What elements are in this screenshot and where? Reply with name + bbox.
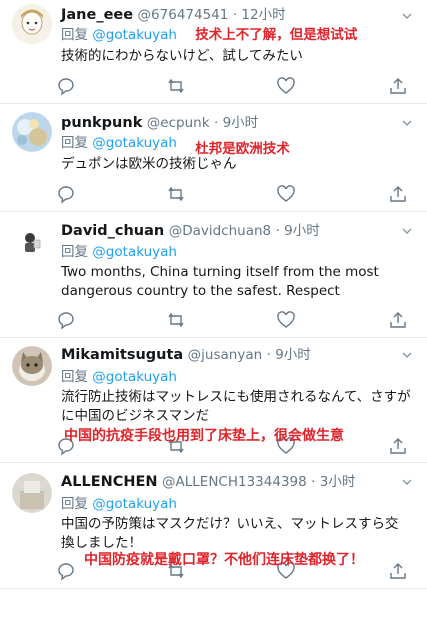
tweet-1[interactable]: Jane_eee @676474541 · 12小时 回复 @gotakuyah…	[0, 0, 427, 103]
chevron-down-icon[interactable]	[401, 349, 413, 361]
reply-mention-link[interactable]: @gotakuyah	[92, 496, 177, 512]
display-name[interactable]: punkpunk	[61, 115, 142, 131]
tweet-header: David_chuan @Davidchuan8 · 9小时	[61, 222, 320, 240]
chevron-down-icon[interactable]	[401, 225, 413, 237]
replying-to: 回复 @gotakuyah 杜邦是欧洲技术	[61, 134, 290, 157]
reply-mention-link[interactable]: @gotakuyah	[92, 135, 177, 151]
annotation-overlay: 中国的抗疫手段也用到了床垫上，很会做生意	[64, 428, 344, 444]
reply-prefix: 回复	[61, 369, 88, 385]
avatar[interactable]	[12, 346, 52, 386]
reply-prefix: 回复	[61, 135, 88, 151]
user-handle[interactable]: @676474541	[138, 7, 229, 23]
tweet-header: Mikamitsuguta @jusanyan · 9小时	[61, 346, 311, 364]
replying-to: 回复 @gotakuyah	[61, 243, 177, 261]
timestamp[interactable]: · 9小时	[214, 115, 258, 131]
user-handle[interactable]: @ALLENCH13344398	[162, 474, 307, 490]
share-icon[interactable]	[388, 436, 408, 456]
heart-icon[interactable]	[276, 184, 296, 204]
timestamp[interactable]: · 3小时	[311, 474, 355, 490]
tweet-actions	[56, 310, 416, 330]
reply-prefix: 回复	[61, 496, 88, 512]
tweet-text: 流行防止技術はマットレスにも使用されるなんて、さすがに中国のビジネスマンだ	[61, 389, 411, 424]
reply-prefix: 回复	[61, 244, 88, 260]
display-name[interactable]: Jane_eee	[61, 7, 133, 23]
reply-icon[interactable]	[56, 184, 76, 204]
reply-mention-link[interactable]: @gotakuyah	[92, 244, 177, 260]
tweet-text: 中国の予防策はマスクだけ？いいえ、マットレスすら交換しました！	[61, 516, 399, 551]
display-name[interactable]: Mikamitsuguta	[61, 347, 183, 363]
tweet-5[interactable]: ALLENCHEN @ALLENCH13344398 · 3小时 回复 @got…	[0, 463, 427, 588]
replying-to: 回复 @gotakuyah	[61, 495, 177, 513]
avatar[interactable]	[12, 222, 52, 262]
heart-icon[interactable]	[276, 76, 296, 96]
chevron-down-icon[interactable]	[401, 10, 413, 22]
annotation-overlay: 中国防疫就是戴口罩？不他们连床垫都换了！	[84, 552, 364, 568]
avatar[interactable]	[12, 4, 52, 44]
share-icon[interactable]	[388, 310, 408, 330]
retweet-icon[interactable]	[166, 184, 186, 204]
retweet-icon[interactable]	[166, 76, 186, 96]
share-icon[interactable]	[388, 184, 408, 204]
avatar[interactable]	[12, 473, 52, 513]
share-icon[interactable]	[388, 561, 408, 581]
annotation-text: 技术上不了解，但是想试试	[195, 27, 358, 43]
replying-to: 回复 @gotakuyah 技术上不了解，但是想试试	[61, 26, 357, 44]
reply-prefix: 回复	[61, 27, 88, 43]
avatar[interactable]	[12, 112, 52, 152]
tweet-2[interactable]: punkpunk @ecpunk · 9小时 回复 @gotakuyah 杜邦是…	[0, 104, 427, 207]
reply-icon[interactable]	[56, 561, 76, 581]
divider	[0, 588, 427, 589]
tweet-actions	[56, 76, 416, 96]
heart-icon[interactable]	[276, 310, 296, 330]
display-name[interactable]: David_chuan	[61, 223, 164, 239]
timestamp[interactable]: · 9小时	[276, 223, 320, 239]
timestamp[interactable]: · 9小时	[267, 347, 311, 363]
tweet-actions	[56, 184, 416, 204]
user-handle[interactable]: @Davidchuan8	[169, 223, 271, 239]
retweet-icon[interactable]	[166, 310, 186, 330]
tweet-header: ALLENCHEN @ALLENCH13344398 · 3小时	[61, 473, 355, 491]
tweet-text: 技術的にわからないけど、試してみたい	[61, 48, 303, 64]
tweet-header: Jane_eee @676474541 · 12小时	[61, 6, 286, 24]
chevron-down-icon[interactable]	[401, 476, 413, 488]
reply-mention-link[interactable]: @gotakuyah	[92, 369, 177, 385]
tweet-text: デュポンは欧米の技術じゃん	[61, 156, 237, 172]
chevron-down-icon[interactable]	[401, 117, 413, 129]
tweet-3[interactable]: David_chuan @Davidchuan8 · 9小时 回复 @gotak…	[0, 212, 427, 340]
user-handle[interactable]: @jusanyan	[188, 347, 263, 363]
user-handle[interactable]: @ecpunk	[147, 115, 210, 131]
replying-to: 回复 @gotakuyah	[61, 368, 177, 386]
tweet-4[interactable]: Mikamitsuguta @jusanyan · 9小时 回复 @gotaku…	[0, 338, 427, 462]
tweet-header: punkpunk @ecpunk · 9小时	[61, 114, 258, 132]
tweet-text: Two months, China turning itself from th…	[61, 264, 379, 299]
timestamp[interactable]: · 12小时	[233, 7, 286, 23]
reply-mention-link[interactable]: @gotakuyah	[92, 27, 177, 43]
share-icon[interactable]	[388, 76, 408, 96]
display-name[interactable]: ALLENCHEN	[61, 474, 158, 490]
reply-icon[interactable]	[56, 76, 76, 96]
reply-icon[interactable]	[56, 310, 76, 330]
